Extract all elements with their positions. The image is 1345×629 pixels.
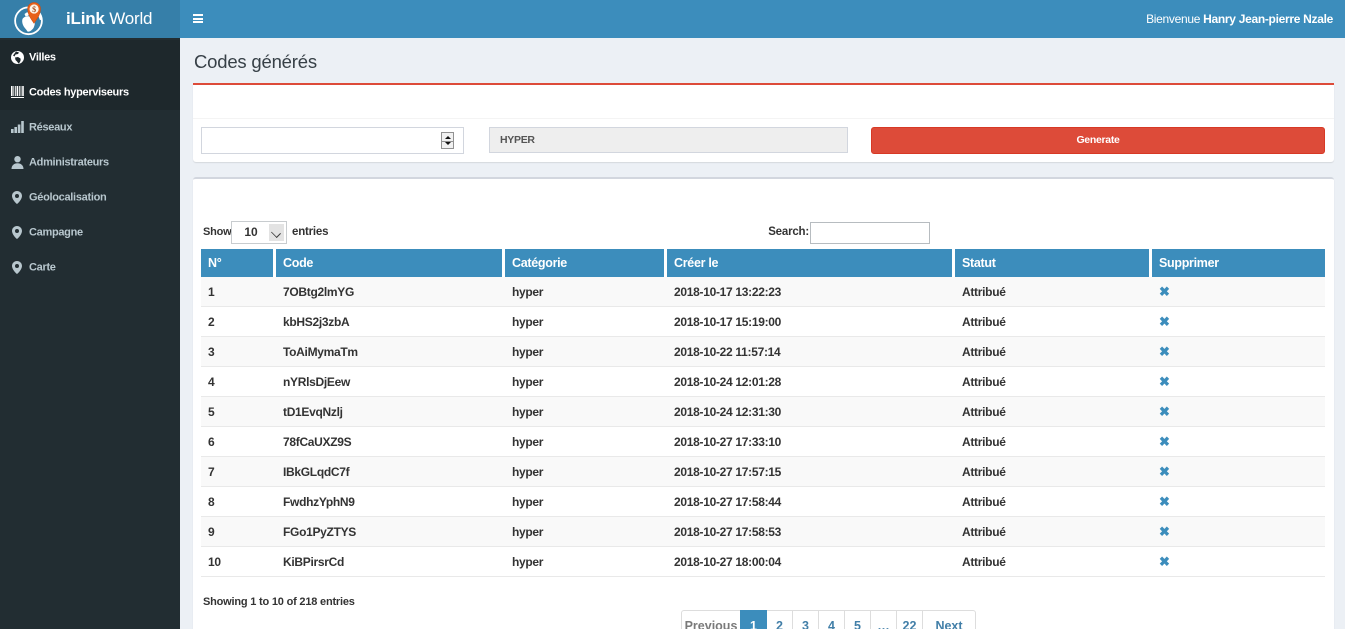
svg-text:$: $ [32,5,36,14]
